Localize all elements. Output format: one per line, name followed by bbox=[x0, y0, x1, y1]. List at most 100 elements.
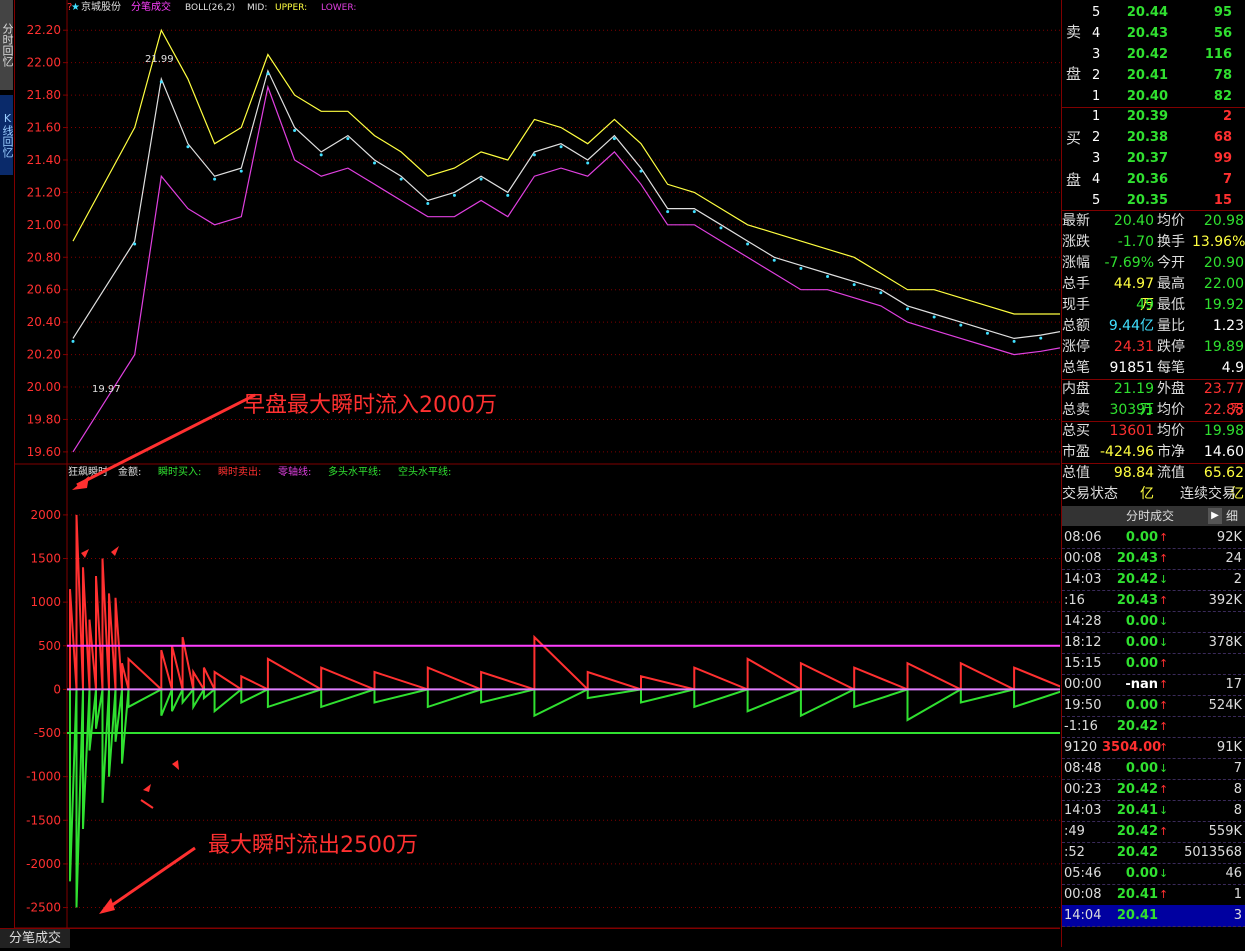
quote-value: 30391 bbox=[1109, 402, 1154, 418]
quote-label: 均价 bbox=[1157, 402, 1185, 418]
bid-level: 4 bbox=[1092, 172, 1101, 187]
arrow-up-icon: ↑ bbox=[1159, 594, 1169, 607]
play-icon[interactable]: ▶ bbox=[1208, 508, 1222, 524]
price-point bbox=[452, 193, 456, 197]
tick-row[interactable]: 19:50 0.00 ↑ 524K bbox=[1062, 695, 1245, 717]
tick-row[interactable]: :49 20.42 ↑ 559K bbox=[1062, 821, 1245, 843]
tick-row[interactable]: 14:28 0.00 ↓ bbox=[1062, 611, 1245, 633]
tick-row[interactable]: 14:04 20.41 3 bbox=[1062, 905, 1245, 927]
tab-intraday-review[interactable]: 分时回忆 bbox=[0, 0, 14, 90]
quote-row: 涨跌 -1.70 换手 13.96% bbox=[1062, 232, 1245, 253]
quote-label: 最新 bbox=[1062, 213, 1090, 229]
bid-level: 3 bbox=[1092, 151, 1101, 166]
quote-label: 总手 bbox=[1062, 276, 1090, 292]
tick-price: -nan bbox=[1125, 677, 1158, 692]
flow-tick-label: -1000 bbox=[26, 770, 61, 784]
tick-volume: 1 bbox=[1233, 887, 1242, 902]
bottom-tab-ticks[interactable]: 分笔成交 bbox=[0, 929, 70, 948]
price-point bbox=[293, 129, 297, 133]
tick-time: :49 bbox=[1064, 824, 1085, 839]
price-point bbox=[879, 291, 883, 295]
ask-row[interactable]: 3 20.42 116 bbox=[1062, 44, 1245, 65]
tick-time: 14:28 bbox=[1064, 614, 1102, 629]
tick-time: 08:48 bbox=[1064, 761, 1102, 776]
arrow-up-icon: ↑ bbox=[1159, 720, 1169, 733]
quote-label: 总笔 bbox=[1062, 360, 1090, 376]
tick-row[interactable]: 00:08 20.41 ↑ 1 bbox=[1062, 884, 1245, 906]
quote-label: 均价 bbox=[1157, 423, 1185, 439]
price-point bbox=[213, 177, 217, 181]
quote-label: 涨幅 bbox=[1062, 255, 1090, 271]
bid-price: 20.35 bbox=[1126, 193, 1168, 208]
tick-row[interactable]: 05:46 0.00 ↓ 46 bbox=[1062, 863, 1245, 885]
price-point bbox=[1039, 336, 1043, 340]
tick-row[interactable]: -1:16 20.42 ↑ bbox=[1062, 716, 1245, 738]
bid-volume: 15 bbox=[1213, 193, 1232, 208]
tick-row[interactable]: :16 20.43 ↑ 392K bbox=[1062, 590, 1245, 612]
price-point bbox=[239, 169, 243, 173]
buy-side-label-1: 买 bbox=[1066, 129, 1082, 147]
arrow-down-icon: ↓ bbox=[1159, 867, 1169, 880]
tick-price: 20.42 bbox=[1116, 782, 1158, 797]
price-point bbox=[639, 169, 643, 173]
tick-row[interactable]: 08:48 0.00 ↓ 7 bbox=[1062, 758, 1245, 780]
tab-kline-review[interactable]: K线回忆 bbox=[0, 95, 14, 175]
arrow-up-icon: ↑ bbox=[1159, 888, 1169, 901]
bid-row[interactable]: 3 20.37 99 bbox=[1062, 148, 1245, 169]
tick-row[interactable]: 9120 3504.00 ↑ 91K bbox=[1062, 737, 1245, 759]
tick-time: 15:15 bbox=[1064, 656, 1102, 671]
tick-row[interactable]: 14:03 20.41 ↓ 8 bbox=[1062, 800, 1245, 822]
tick-row[interactable]: 00:08 20.43 ↑ 24 bbox=[1062, 548, 1245, 570]
tick-time: 9120 bbox=[1064, 740, 1098, 755]
annotation-outflow-arrow bbox=[104, 846, 196, 912]
detail-button[interactable]: 细 bbox=[1226, 506, 1238, 526]
tick-row[interactable]: 08:06 0.00 ↑ 92K bbox=[1062, 527, 1245, 549]
quote-label: 总值 bbox=[1062, 465, 1090, 481]
tick-volume: 5013568 bbox=[1184, 845, 1242, 860]
arrow-up-icon: ↑ bbox=[1159, 657, 1169, 670]
tick-volume: 46 bbox=[1225, 866, 1242, 881]
tick-volume: 8 bbox=[1233, 782, 1242, 797]
ask-volume: 78 bbox=[1213, 68, 1232, 83]
tick-price: 20.41 bbox=[1116, 908, 1158, 923]
tick-row[interactable]: 18:12 0.00 ↓ 378K bbox=[1062, 632, 1245, 654]
favorite-star-icon[interactable]: ★ bbox=[71, 2, 80, 13]
bid-row[interactable]: 1 20.39 2 bbox=[1062, 106, 1245, 127]
bid-row[interactable]: 5 20.35 15 bbox=[1062, 190, 1245, 211]
price-series-lower bbox=[72, 84, 1090, 453]
tick-row[interactable]: 14:03 20.42 ↓ 2 bbox=[1062, 569, 1245, 591]
ask-row[interactable]: 4 20.43 56 bbox=[1062, 23, 1245, 44]
bid-volume: 99 bbox=[1213, 151, 1232, 166]
price-tick-label: 19.80 bbox=[27, 412, 61, 426]
lower-label: LOWER: bbox=[321, 3, 356, 13]
quote-row: 最新 20.40 均价 20.98 bbox=[1062, 211, 1245, 232]
annotation-max-inflow: 早盘最大瞬时流入2000万 bbox=[243, 393, 497, 418]
chart-svg[interactable]: ? ★ 京城股份 分笔成交 BOLL(26,2) MID: UPPER: LOW… bbox=[15, 0, 1091, 947]
chart-area[interactable]: ? ★ 京城股份 分笔成交 BOLL(26,2) MID: UPPER: LOW… bbox=[15, 0, 1091, 947]
quote-value: 20.40 bbox=[1113, 213, 1154, 229]
bid-row[interactable]: 4 20.36 7 bbox=[1062, 169, 1245, 190]
arrow-down-icon: ↓ bbox=[1159, 615, 1169, 628]
tick-row[interactable]: 15:15 0.00 ↑ bbox=[1062, 653, 1245, 675]
left-tab-strip: 分时回忆 K线回忆 bbox=[0, 0, 15, 947]
tick-row[interactable]: 00:00 -nan ↑ 17 bbox=[1062, 674, 1245, 696]
price-point bbox=[373, 161, 376, 165]
tick-volume: 3 bbox=[1233, 908, 1242, 923]
ask-row[interactable]: 2 20.41 78 bbox=[1062, 65, 1245, 86]
tick-row[interactable]: :52 20.42 5013568 bbox=[1062, 842, 1245, 864]
bid-price: 20.36 bbox=[1126, 172, 1168, 187]
quote-label: 现手 bbox=[1062, 297, 1090, 313]
flow-buy-label: 瞬时买入: bbox=[158, 465, 201, 478]
quote-value: 22.00 bbox=[1203, 276, 1244, 292]
ask-volume: 95 bbox=[1213, 5, 1232, 20]
ask-row[interactable]: 1 20.40 82 bbox=[1062, 86, 1245, 107]
bid-row[interactable]: 2 20.38 68 bbox=[1062, 127, 1245, 148]
arrow-up-icon: ↑ bbox=[1159, 699, 1169, 712]
price-point bbox=[559, 145, 563, 149]
bid-price: 20.38 bbox=[1126, 130, 1168, 145]
tick-volume: 17 bbox=[1225, 677, 1242, 692]
tick-row[interactable]: 00:23 20.42 ↑ 8 bbox=[1062, 779, 1245, 801]
ask-row[interactable]: 5 20.44 95 bbox=[1062, 2, 1245, 23]
price-point bbox=[719, 226, 723, 230]
ask-level: 1 bbox=[1092, 89, 1101, 104]
